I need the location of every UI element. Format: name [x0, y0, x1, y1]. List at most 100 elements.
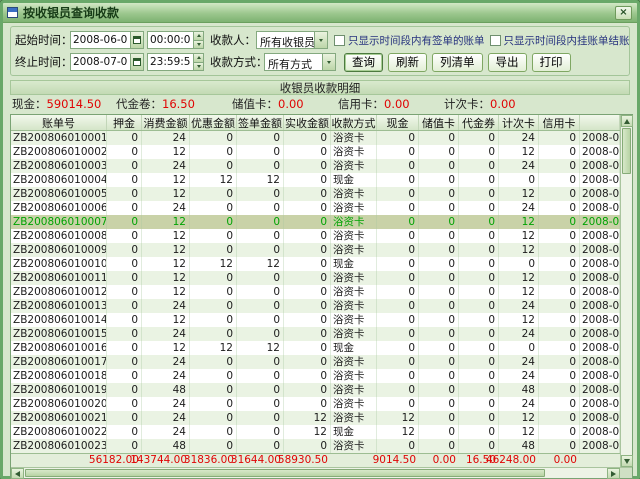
- table-row[interactable]: ZB200806010014012000浴资卡0001202008-0: [11, 313, 620, 327]
- vertical-scrollbar[interactable]: [620, 115, 632, 467]
- table-cell: ZB200806010005: [11, 187, 107, 201]
- table-row[interactable]: ZB200806010001024000浴资卡0002402008-0: [11, 131, 620, 145]
- table-row[interactable]: ZB200806010023048000浴资卡0004802008-0: [11, 439, 620, 453]
- table-cell: 浴资卡: [331, 145, 377, 159]
- table-row[interactable]: ZB200806010007012000浴资卡0001202008-0: [11, 215, 620, 229]
- table-row[interactable]: ZB20080601001001212120现金000002008-0: [11, 257, 620, 271]
- chevron-down-icon[interactable]: [322, 54, 335, 70]
- column-header[interactable]: [580, 115, 620, 130]
- horizontal-scrollbar[interactable]: [11, 468, 620, 478]
- table-cell: 12: [499, 145, 539, 159]
- table-cell: 0: [284, 159, 331, 173]
- chevron-down-icon[interactable]: [314, 32, 327, 48]
- show-credit-settle-checkbox[interactable]: 只显示时间段内挂账单结账: [490, 33, 630, 48]
- column-header[interactable]: 消费金额: [142, 115, 190, 130]
- start-date-input[interactable]: [70, 31, 130, 49]
- table-cell: 0: [459, 369, 499, 383]
- start-date-calendar-icon[interactable]: [130, 31, 144, 49]
- table-row[interactable]: ZB200806010009012000浴资卡0001202008-0: [11, 243, 620, 257]
- table-cell: 0: [237, 383, 284, 397]
- table-cell: 现金: [331, 173, 377, 187]
- payee-select[interactable]: 所有收银员: [256, 31, 328, 49]
- vertical-scroll-thumb[interactable]: [622, 128, 631, 174]
- scroll-left-icon[interactable]: [11, 468, 24, 479]
- table-row[interactable]: ZB200806010019048000浴资卡0004802008-0: [11, 383, 620, 397]
- checkbox-box[interactable]: [334, 35, 345, 46]
- table-cell: 0: [377, 327, 419, 341]
- table-cell: 0: [190, 355, 237, 369]
- spin-down-icon[interactable]: [193, 41, 204, 50]
- table-row[interactable]: ZB200806010003024000浴资卡0002402008-0: [11, 159, 620, 173]
- spin-up-icon[interactable]: [193, 53, 204, 63]
- end-time-input[interactable]: [147, 53, 193, 71]
- end-time-spinner: [193, 53, 204, 71]
- table-row[interactable]: ZB2008060100220240012现金12001202008-0: [11, 425, 620, 439]
- table-cell: 12: [190, 173, 237, 187]
- table-row[interactable]: ZB200806010018024000浴资卡0002402008-0: [11, 369, 620, 383]
- refresh-button[interactable]: 刷新: [388, 53, 427, 72]
- table-cell: 0: [237, 201, 284, 215]
- table-row[interactable]: ZB200806010005012000浴资卡0001202008-0: [11, 187, 620, 201]
- checkbox-label[interactable]: 只显示时间段内挂账单结账: [504, 33, 630, 48]
- table-row[interactable]: ZB200806010015024000浴资卡0002402008-0: [11, 327, 620, 341]
- column-header[interactable]: 押金: [107, 115, 142, 130]
- table-row[interactable]: ZB200806010013024000浴资卡0002402008-0: [11, 299, 620, 313]
- column-header[interactable]: 实收金额: [284, 115, 331, 130]
- table-row[interactable]: ZB20080601001601212120现金000002008-0: [11, 341, 620, 355]
- column-header[interactable]: 收款方式: [331, 115, 377, 130]
- table-row[interactable]: ZB2008060100210240012浴资卡12001202008-0: [11, 411, 620, 425]
- vertical-scroll-track[interactable]: [621, 127, 632, 455]
- column-header[interactable]: 代金券: [459, 115, 499, 130]
- checkbox-box[interactable]: [490, 35, 501, 46]
- table-row[interactable]: ZB200806010011012000浴资卡0001202008-0: [11, 271, 620, 285]
- table-cell: 0: [419, 131, 459, 145]
- show-signed-bills-checkbox[interactable]: 只显示时间段内有签单的账单: [334, 33, 485, 48]
- horizontal-scroll-thumb[interactable]: [25, 469, 545, 477]
- start-time-input[interactable]: [147, 31, 193, 49]
- list-button[interactable]: 列清单: [432, 53, 483, 72]
- table-cell: 0: [237, 327, 284, 341]
- table-cell: 0: [284, 341, 331, 355]
- close-button[interactable]: ×: [615, 6, 632, 20]
- table-cell: ZB200806010014: [11, 313, 107, 327]
- column-header[interactable]: 签单金额: [237, 115, 284, 130]
- table-cell: 2008-0: [580, 313, 620, 327]
- export-button[interactable]: 导出: [488, 53, 527, 72]
- table-cell: 0: [459, 411, 499, 425]
- column-header[interactable]: 账单号: [11, 115, 107, 130]
- end-date-calendar-icon[interactable]: [130, 53, 144, 71]
- table-row[interactable]: ZB200806010017024000浴资卡0002402008-0: [11, 355, 620, 369]
- table-cell: ZB200806010019: [11, 383, 107, 397]
- table-row[interactable]: ZB20080601000401212120现金000002008-0: [11, 173, 620, 187]
- table-row[interactable]: ZB200806010006024000浴资卡0002402008-0: [11, 201, 620, 215]
- column-header[interactable]: 计次卡: [499, 115, 539, 130]
- table-cell: 0: [107, 439, 142, 453]
- table-row[interactable]: ZB200806010002012000浴资卡0001202008-0: [11, 145, 620, 159]
- table-cell: 24: [142, 369, 190, 383]
- checkbox-label[interactable]: 只显示时间段内有签单的账单: [348, 33, 485, 48]
- grid-body: ZB200806010001024000浴资卡0002402008-0ZB200…: [11, 131, 620, 453]
- print-button[interactable]: 打印: [532, 53, 571, 72]
- method-select[interactable]: 所有方式: [264, 53, 336, 71]
- scroll-up-icon[interactable]: [621, 115, 633, 127]
- scroll-down-icon[interactable]: [621, 455, 633, 467]
- query-button[interactable]: 查询: [344, 53, 383, 72]
- table-cell: 0: [419, 411, 459, 425]
- column-header[interactable]: 现金: [377, 115, 419, 130]
- window-titlebar[interactable]: 按收银员查询收款 ×: [3, 3, 637, 23]
- table-cell: 浴资卡: [331, 369, 377, 383]
- scroll-right-icon[interactable]: [607, 468, 620, 479]
- horizontal-scroll-track[interactable]: [24, 468, 607, 478]
- column-header[interactable]: 信用卡: [539, 115, 580, 130]
- column-header[interactable]: 储值卡: [419, 115, 459, 130]
- table-cell: 0: [459, 299, 499, 313]
- end-date-input[interactable]: [70, 53, 130, 71]
- table-cell: 0: [459, 397, 499, 411]
- column-header[interactable]: 优惠金额: [190, 115, 237, 130]
- table-row[interactable]: ZB200806010012012000浴资卡0001202008-0: [11, 285, 620, 299]
- table-row[interactable]: ZB200806010020024000浴资卡0002402008-0: [11, 397, 620, 411]
- spin-up-icon[interactable]: [193, 31, 204, 41]
- table-row[interactable]: ZB200806010008012000浴资卡0001202008-0: [11, 229, 620, 243]
- spin-down-icon[interactable]: [193, 63, 204, 72]
- table-cell: ZB200806010008: [11, 229, 107, 243]
